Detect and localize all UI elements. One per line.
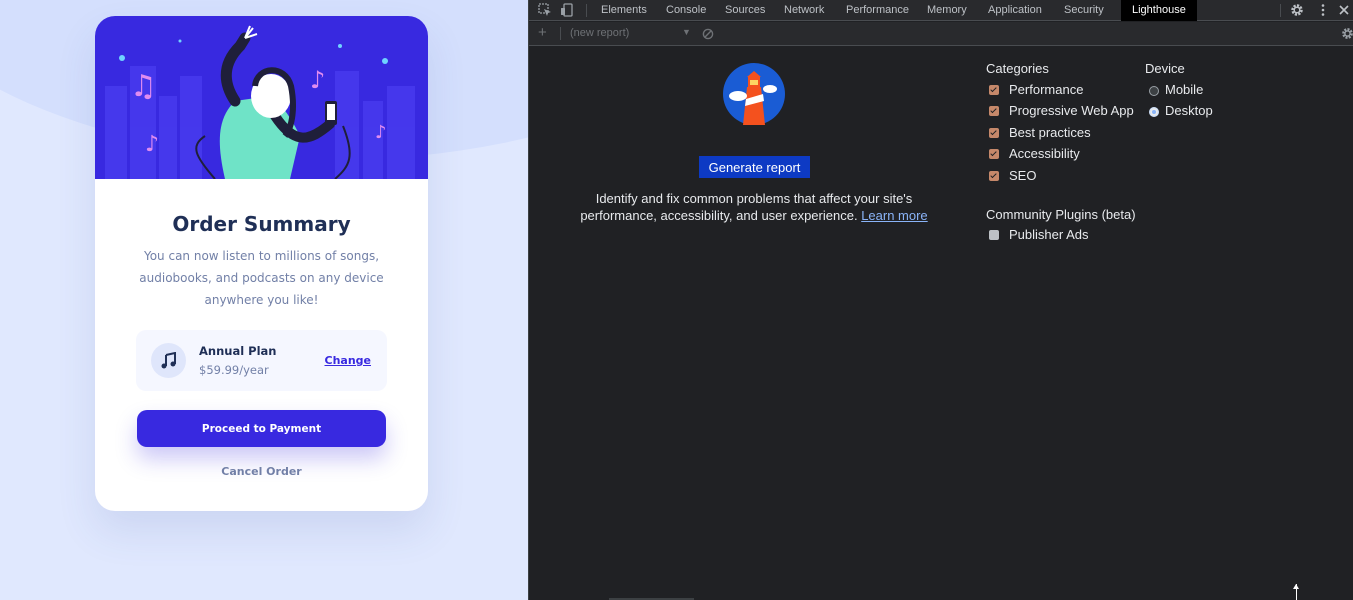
order-summary-card: ♫ ♪ ♪ ♪ Order Summary You can now listen… <box>95 16 428 511</box>
plan-price: $59.99/year <box>199 363 269 377</box>
radio-unselected[interactable] <box>1149 86 1159 96</box>
hero-illustration: ♫ ♪ ♪ ♪ <box>95 16 428 179</box>
checkbox-unchecked[interactable] <box>989 230 999 240</box>
checkbox-checked[interactable] <box>989 106 999 116</box>
lighthouse-description: Identify and fix common problems that af… <box>569 190 939 224</box>
devtools-panel: Elements Console Sources Network Perform… <box>528 0 1353 600</box>
plugins-title: Community Plugins (beta) <box>986 207 1136 222</box>
inspect-element-icon[interactable] <box>538 3 552 17</box>
plan-summary: Annual Plan $59.99/year Change <box>136 330 387 391</box>
add-report-icon[interactable]: + <box>538 24 547 41</box>
plan-name: Annual Plan <box>199 344 277 358</box>
music-note-icon <box>151 343 186 378</box>
change-plan-link[interactable]: Change <box>325 354 372 367</box>
checkbox-checked[interactable] <box>989 171 999 181</box>
tab-application[interactable]: Application <box>988 0 1042 21</box>
checkbox-checked[interactable] <box>989 149 999 159</box>
devtools-tab-bar: Elements Console Sources Network Perform… <box>529 0 1353 21</box>
checkbox-checked[interactable] <box>989 128 999 138</box>
tab-separator <box>1280 4 1281 17</box>
tab-console[interactable]: Console <box>666 0 706 21</box>
tab-separator <box>586 4 587 17</box>
device-toolbar-icon[interactable] <box>560 3 574 17</box>
svg-text:♫: ♫ <box>130 69 157 104</box>
tab-elements[interactable]: Elements <box>601 0 647 21</box>
tab-sources[interactable]: Sources <box>725 0 765 21</box>
resize-cursor-icon <box>1293 584 1299 600</box>
lighthouse-settings-icon[interactable] <box>1341 27 1353 40</box>
checkbox-checked[interactable] <box>989 85 999 95</box>
tab-performance[interactable]: Performance <box>846 0 909 21</box>
learn-more-link[interactable]: Learn more <box>861 208 927 223</box>
tab-network[interactable]: Network <box>784 0 824 21</box>
generate-report-button[interactable]: Generate report <box>699 156 810 178</box>
settings-gear-icon[interactable] <box>1290 3 1304 17</box>
close-icon[interactable] <box>1337 3 1351 17</box>
svg-text:♪: ♪ <box>310 66 325 94</box>
tab-security[interactable]: Security <box>1064 0 1104 21</box>
clear-all-icon[interactable] <box>702 28 714 40</box>
device-title: Device <box>1145 61 1185 76</box>
report-select[interactable]: (new report) <box>570 27 629 39</box>
more-options-icon[interactable] <box>1316 3 1330 17</box>
page-title: Order Summary <box>172 212 351 236</box>
cancel-order-button[interactable]: Cancel Order <box>95 465 428 478</box>
lighthouse-logo-icon <box>723 63 785 125</box>
page-preview: ♫ ♪ ♪ ♪ Order Summary You can now listen… <box>0 0 528 600</box>
proceed-to-payment-button[interactable]: Proceed to Payment <box>137 410 386 447</box>
toolbar-separator <box>560 27 561 40</box>
tab-lighthouse[interactable]: Lighthouse <box>1121 0 1197 21</box>
radio-selected[interactable] <box>1149 107 1159 117</box>
card-description: You can now listen to millions of songs,… <box>139 249 384 307</box>
svg-text:♪: ♪ <box>375 122 387 143</box>
svg-text:♪: ♪ <box>145 132 159 157</box>
categories-title: Categories <box>986 61 1049 76</box>
lighthouse-toolbar: + (new report) ▼ <box>529 22 1353 46</box>
tab-memory[interactable]: Memory <box>927 0 967 21</box>
chevron-down-icon[interactable]: ▼ <box>682 27 691 37</box>
